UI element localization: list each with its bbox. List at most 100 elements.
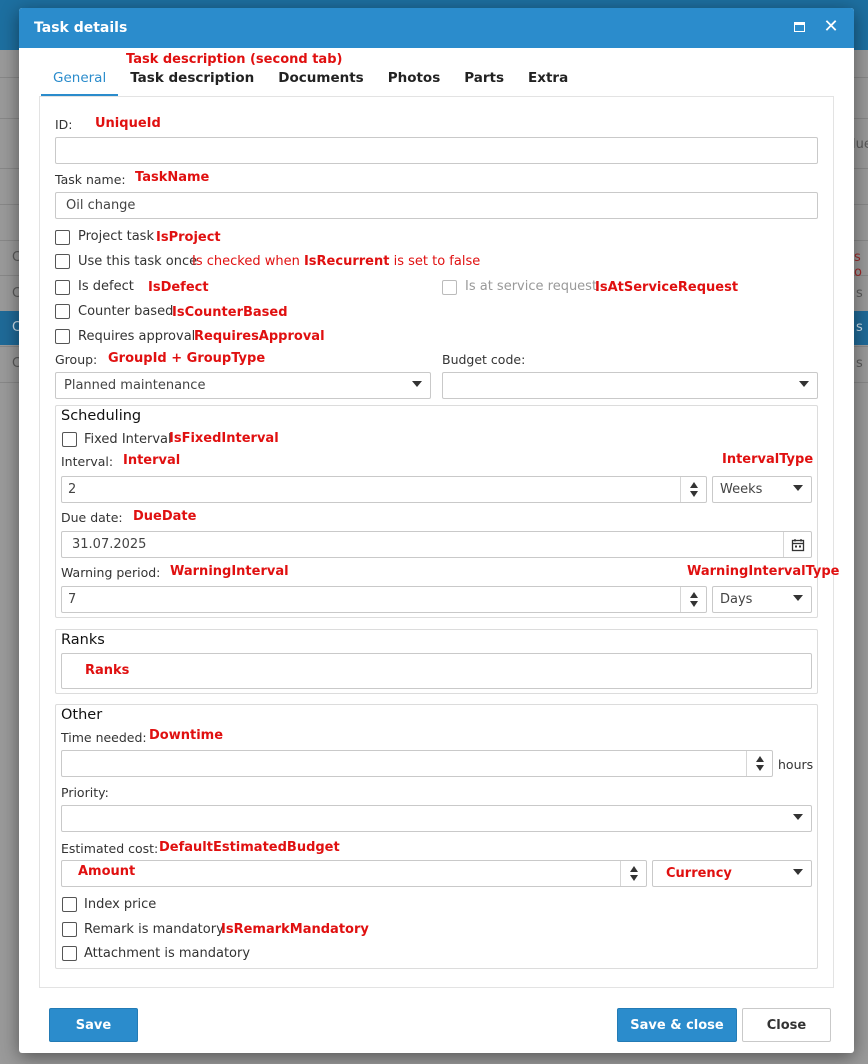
annotation-ranks: Ranks: [85, 663, 130, 678]
annotation-use-once: Is checked when IsRecurrent is set to fa…: [192, 254, 480, 269]
id-field[interactable]: [55, 137, 818, 164]
attachment-mandatory-checkbox[interactable]: [62, 946, 77, 961]
project-task-label: Project task: [78, 229, 154, 244]
currency-select[interactable]: Currency: [652, 860, 812, 887]
background-col-text: s: [856, 320, 863, 335]
budget-code-label: Budget code:: [442, 352, 526, 367]
requires-approval-label: Requires approval: [78, 329, 196, 344]
annotation-task-description-tab: Task description (second tab): [126, 52, 343, 67]
interval-type-select[interactable]: Weeks: [712, 476, 812, 503]
stepper-down-icon[interactable]: [689, 491, 698, 497]
dialog-titlebar: Task details ✕: [19, 8, 854, 48]
tab-documents[interactable]: Documents: [266, 68, 375, 96]
annotation-id: UniqueId: [95, 116, 161, 131]
ranks-group: Ranks Ranks: [55, 629, 818, 694]
annotation-currency: Currency: [666, 866, 732, 881]
maximize-icon[interactable]: [790, 18, 808, 36]
chevron-down-icon: [793, 814, 803, 820]
close-button[interactable]: Close: [742, 1008, 831, 1042]
annotation-use-once-post: is set to false: [389, 254, 481, 269]
annotation-requires-approval: RequiresApproval: [194, 329, 325, 344]
warning-period-label: Warning period:: [61, 565, 161, 580]
at-service-request-checkbox[interactable]: [442, 280, 457, 295]
save-close-button[interactable]: Save & close: [617, 1008, 737, 1042]
task-name-field[interactable]: Oil change: [55, 192, 818, 219]
index-price-checkbox[interactable]: [62, 897, 77, 912]
annotation-amount: Amount: [78, 864, 136, 879]
annotation-use-once-pre: Is checked when: [192, 254, 304, 269]
remark-mandatory-checkbox[interactable]: [62, 922, 77, 937]
stepper-down-icon[interactable]: [629, 875, 638, 881]
background-col-text: s: [856, 356, 863, 371]
stepper-down-icon[interactable]: [755, 765, 764, 771]
is-defect-checkbox[interactable]: [55, 280, 70, 295]
budget-code-select[interactable]: [442, 372, 818, 399]
due-date-label: Due date:: [61, 510, 123, 525]
ranks-field[interactable]: Ranks: [61, 653, 812, 689]
close-icon[interactable]: ✕: [822, 18, 840, 36]
chevron-down-icon: [412, 381, 422, 387]
stepper-up-icon[interactable]: [689, 482, 698, 488]
requires-approval-checkbox[interactable]: [55, 329, 70, 344]
annotation-warning-interval: WarningInterval: [170, 564, 289, 579]
priority-select[interactable]: [61, 805, 812, 832]
save-button[interactable]: Save: [49, 1008, 138, 1042]
is-defect-label: Is defect: [78, 279, 134, 294]
priority-label: Priority:: [61, 785, 109, 800]
use-once-checkbox[interactable]: [55, 254, 70, 269]
tab-extra[interactable]: Extra: [516, 68, 580, 96]
index-price-label: Index price: [84, 897, 157, 912]
time-needed-label: Time needed:: [61, 730, 147, 745]
warning-period-value: 7: [68, 592, 77, 607]
interval-label: Interval:: [61, 454, 114, 469]
due-date-picker[interactable]: 31.07.2025: [61, 531, 812, 558]
annotation-is-at-service-request: IsAtServiceRequest: [595, 280, 739, 295]
chevron-down-icon: [793, 485, 803, 491]
warning-type-value: Days: [720, 592, 753, 607]
annotation-interval-type: IntervalType: [722, 452, 814, 467]
estimated-cost-label: Estimated cost:: [61, 841, 159, 856]
attachment-mandatory-label: Attachment is mandatory: [84, 946, 251, 961]
tab-parts[interactable]: Parts: [452, 68, 516, 96]
general-panel: ID: UniqueId Task name: TaskName Oil cha…: [39, 96, 840, 988]
fixed-interval-checkbox[interactable]: [62, 432, 77, 447]
background-col-text: s: [856, 286, 863, 301]
annotation-use-once-bold: IsRecurrent: [303, 254, 390, 269]
annotation-time-needed: Downtime: [149, 728, 224, 743]
stepper-buttons[interactable]: [746, 751, 772, 776]
time-needed-stepper[interactable]: [61, 750, 773, 777]
warning-period-stepper[interactable]: 7: [61, 586, 707, 613]
interval-value: 2: [68, 482, 77, 497]
group-select-value: Planned maintenance: [64, 378, 206, 393]
group-select[interactable]: Planned maintenance: [55, 372, 431, 399]
tab-general[interactable]: General: [41, 68, 119, 96]
annotation-remark-mandatory: IsRemarkMandatory: [221, 922, 369, 937]
stepper-up-icon[interactable]: [629, 866, 638, 872]
stepper-up-icon[interactable]: [755, 756, 764, 762]
chevron-down-icon: [793, 869, 803, 875]
stepper-up-icon[interactable]: [689, 592, 698, 598]
annotation-task-name: TaskName: [135, 170, 210, 185]
annotation-estimated-cost: DefaultEstimatedBudget: [159, 840, 340, 855]
ranks-title: Ranks: [61, 632, 105, 648]
amount-stepper[interactable]: Amount: [61, 860, 647, 887]
interval-stepper[interactable]: 2: [61, 476, 707, 503]
stepper-buttons[interactable]: [620, 861, 646, 886]
counter-based-checkbox[interactable]: [55, 304, 70, 319]
project-task-checkbox[interactable]: [55, 230, 70, 245]
stepper-down-icon[interactable]: [689, 601, 698, 607]
annotation-warning-interval-type: WarningIntervalType: [687, 564, 840, 579]
task-details-dialog: Task details ✕ Task description (second …: [19, 8, 854, 1053]
interval-type-value: Weeks: [720, 482, 763, 497]
hours-unit: hours: [778, 757, 814, 772]
scheduling-title: Scheduling: [61, 408, 142, 424]
tab-photos[interactable]: Photos: [376, 68, 453, 96]
annotation-fixed-interval: IsFixedInterval: [169, 431, 279, 446]
stepper-buttons[interactable]: [680, 477, 706, 502]
background-col-text: lue: [852, 137, 868, 152]
tab-task-description[interactable]: Task description: [118, 68, 266, 96]
at-service-request-label: Is at service request: [465, 279, 598, 294]
calendar-icon[interactable]: [783, 532, 811, 557]
warning-type-select[interactable]: Days: [712, 586, 812, 613]
stepper-buttons[interactable]: [680, 587, 706, 612]
